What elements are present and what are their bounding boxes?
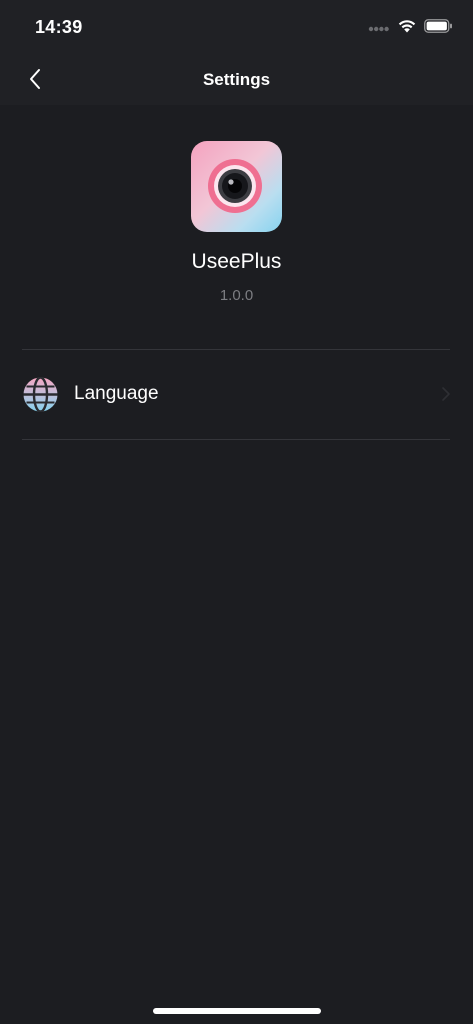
status-time: 14:39 bbox=[35, 17, 83, 37]
app-version: 1.0.0 bbox=[219, 287, 254, 304]
page-title: Settings bbox=[202, 70, 271, 89]
settings-row-label: Language bbox=[74, 383, 159, 404]
app-name: UseePlus bbox=[191, 250, 282, 273]
cellular-signal-icon bbox=[368, 19, 390, 37]
chevron-right-icon bbox=[441, 386, 451, 402]
home-indicator[interactable] bbox=[153, 1008, 321, 1014]
status-icons bbox=[368, 18, 453, 38]
navigation-bar: Settings bbox=[0, 56, 473, 105]
wifi-icon bbox=[398, 19, 416, 38]
battery-icon bbox=[424, 18, 453, 38]
status-bar: 14:39 bbox=[0, 0, 473, 56]
globe-icon bbox=[23, 376, 58, 413]
divider bbox=[22, 439, 450, 440]
camera-lens-app-icon bbox=[191, 141, 282, 232]
settings-row-language[interactable]: Language bbox=[0, 350, 473, 439]
